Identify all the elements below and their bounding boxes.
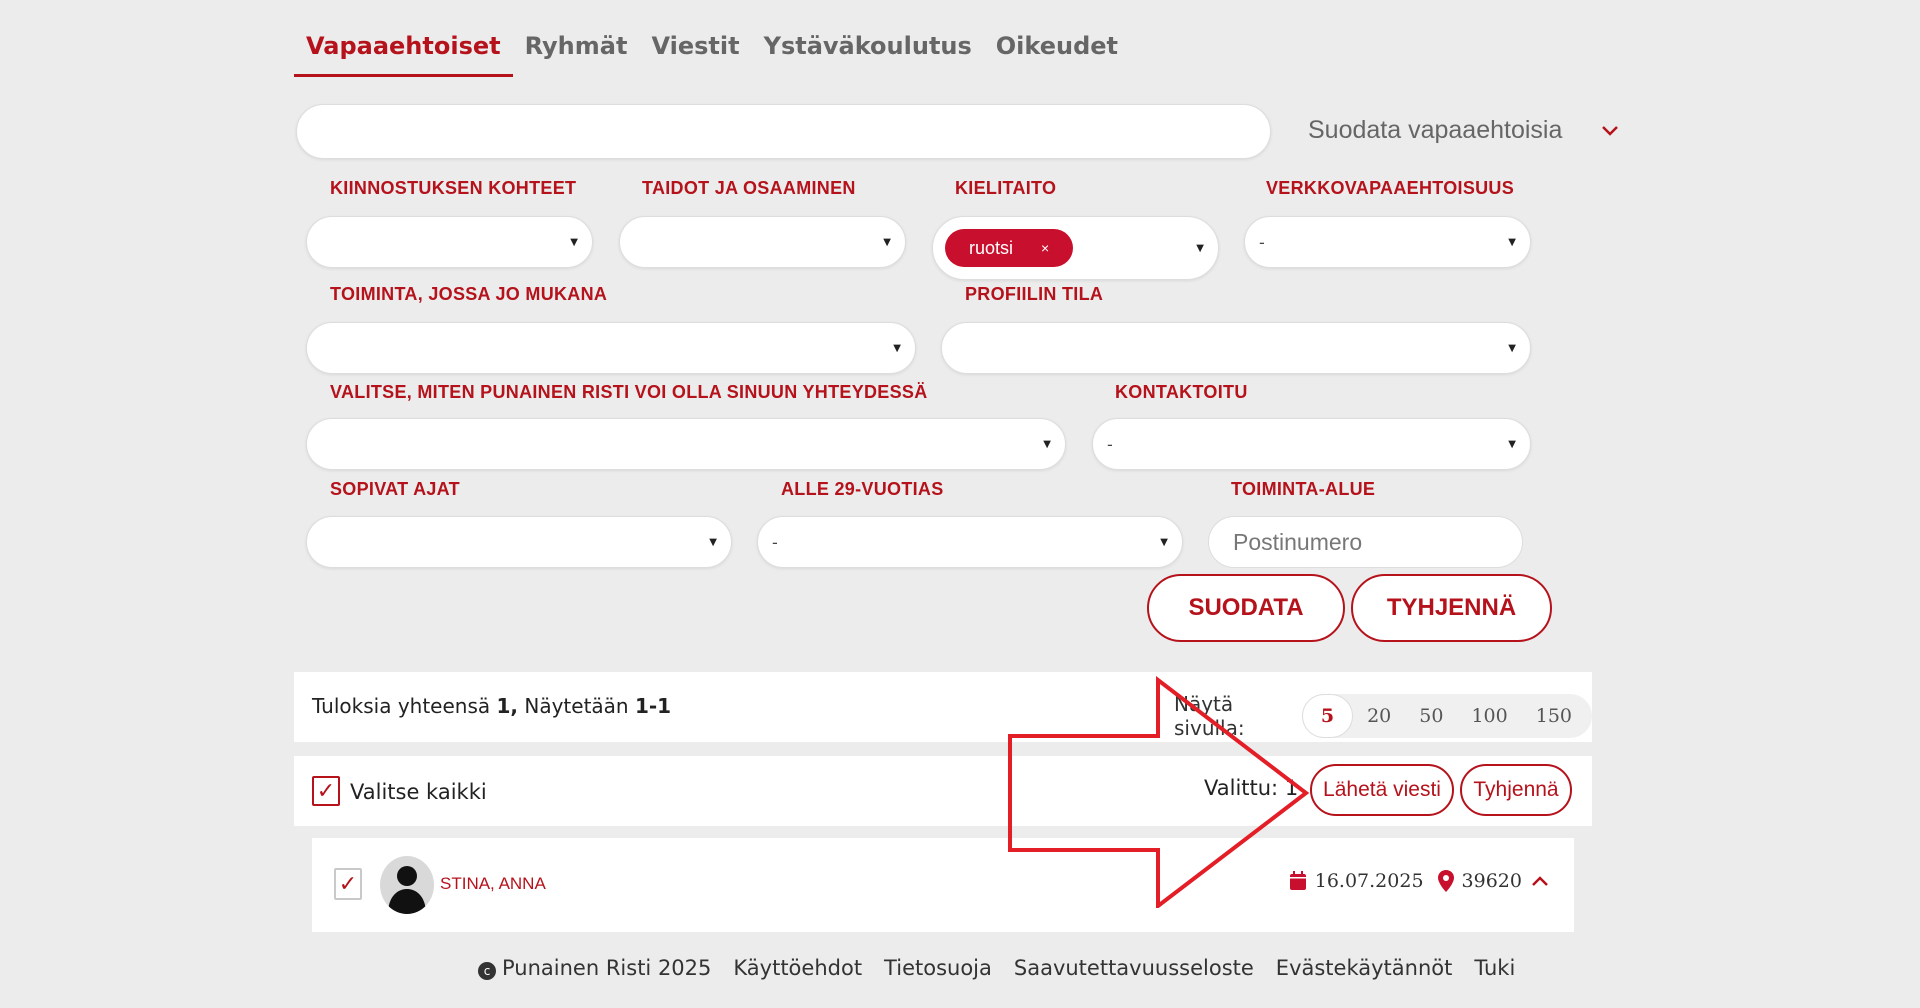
copyright-text: Punainen Risti 2025 [502, 956, 712, 980]
main-tabs: Vapaaehtoiset Ryhmät Viestit Ystäväkoulu… [294, 28, 1130, 77]
label-kiinnostus: KIINNOSTUKSEN KOHTEET [330, 178, 577, 198]
select-kontaktoitu[interactable]: - ▼ [1092, 418, 1531, 470]
select-verkko-value: - [1259, 232, 1265, 252]
caret-down-icon: ▼ [1508, 438, 1516, 450]
caret-down-icon: ▼ [1196, 242, 1204, 254]
select-profiili[interactable]: ▼ [941, 322, 1531, 374]
results-summary: Tuloksia yhteensä 1, Näytetään 1-1 [312, 694, 671, 718]
label-verkko: VERKKOVAPAAEHTOISUUS [1266, 178, 1515, 198]
caret-down-icon: ▼ [570, 236, 578, 248]
select-ajat[interactable]: ▼ [306, 516, 732, 568]
label-kielitaito: KIELITAITO [955, 178, 1057, 198]
volunteer-postal: 39620 [1461, 870, 1522, 892]
select-all-label: Valitse kaikki [350, 780, 487, 804]
selection-bar: ✓ Valitse kaikki Valittu: 1 Lähetä viest… [294, 756, 1592, 826]
filter-toggle-label: Suodata vapaaehtoisia [1308, 116, 1563, 144]
footer-link-kayttoehdot[interactable]: Käyttöehdot [733, 956, 862, 980]
caret-down-icon: ▼ [709, 536, 717, 548]
caret-down-icon: ▼ [1508, 236, 1516, 248]
results-shown-prefix: Näytetään [524, 694, 629, 718]
label-profiili: PROFIILIN TILA [965, 284, 1104, 304]
copyright: c Punainen Risti 2025 [478, 956, 711, 980]
clear-filters-button[interactable]: TYHJENNÄ [1351, 574, 1552, 642]
footer-link-tietosuoja[interactable]: Tietosuoja [884, 956, 992, 980]
chip-label: ruotsi [969, 237, 1014, 258]
avatar [380, 856, 434, 914]
tab-ystavakoulutus[interactable]: Ystäväkoulutus [752, 28, 984, 77]
per-page-option-150[interactable]: 150 [1522, 705, 1586, 727]
chevron-down-icon [1602, 125, 1619, 136]
label-alle29: ALLE 29-VUOTIAS [781, 479, 944, 499]
tab-vapaaehtoiset[interactable]: Vapaaehtoiset [294, 28, 513, 77]
label-alue: TOIMINTA-ALUE [1231, 479, 1376, 499]
clear-selection-button[interactable]: Tyhjennä [1460, 764, 1572, 816]
select-kielitaito[interactable]: ruotsi × ▼ [932, 216, 1219, 280]
select-yhteys[interactable]: ▼ [306, 418, 1066, 470]
filter-button[interactable]: SUODATA [1147, 574, 1345, 642]
select-all-checkbox[interactable]: ✓ [312, 776, 340, 806]
select-verkko[interactable]: - ▼ [1244, 216, 1531, 268]
footer: c Punainen Risti 2025 Käyttöehdot Tietosu… [478, 956, 1515, 980]
remove-chip-icon[interactable]: × [1041, 240, 1049, 256]
select-alle29-value: - [772, 532, 778, 552]
select-toiminta[interactable]: ▼ [306, 322, 916, 374]
footer-link-evasteet[interactable]: Evästekäytännöt [1276, 956, 1453, 980]
caret-down-icon: ▼ [893, 342, 901, 354]
label-kontaktoitu: KONTAKTOITU [1115, 382, 1248, 402]
table-row[interactable]: ✓ STINA, ANNA 16.07.2025 39620 [312, 838, 1574, 932]
checkmark-icon: ✓ [338, 871, 358, 897]
per-page-option-100[interactable]: 100 [1457, 705, 1521, 727]
label-ajat: SOPIVAT AJAT [330, 479, 460, 499]
results-prefix: Tuloksia yhteensä [312, 694, 491, 718]
location-pin-icon [1437, 870, 1454, 892]
caret-down-icon: ▼ [1508, 342, 1516, 354]
chevron-up-icon[interactable] [1530, 874, 1550, 888]
select-taidot[interactable]: ▼ [619, 216, 906, 268]
per-page-option-50[interactable]: 50 [1405, 705, 1457, 727]
tab-oikeudet[interactable]: Oikeudet [984, 28, 1130, 77]
label-yhteys: VALITSE, MITEN PUNAINEN RISTI VOI OLLA S… [330, 382, 928, 402]
select-kiinnostus[interactable]: ▼ [306, 216, 593, 268]
tab-viestit[interactable]: Viestit [639, 28, 751, 77]
chip-ruotsi: ruotsi × [945, 229, 1074, 267]
results-bar: Tuloksia yhteensä 1, Näytetään 1-1 Näytä… [294, 672, 1592, 742]
checkmark-icon: ✓ [316, 778, 336, 804]
footer-link-saavutettavuus[interactable]: Saavutettavuusseloste [1014, 956, 1254, 980]
row-checkbox[interactable]: ✓ [334, 868, 362, 900]
label-toiminta: TOIMINTA, JOSSA JO MUKANA [330, 284, 608, 304]
caret-down-icon: ▼ [883, 236, 891, 248]
postal-code-input[interactable] [1208, 516, 1523, 568]
person-icon [388, 866, 426, 914]
caret-down-icon: ▼ [1043, 438, 1051, 450]
label-taidot: TAIDOT JA OSAAMINEN [642, 178, 856, 198]
results-total: 1, [496, 694, 519, 718]
results-shown-range: 1-1 [634, 694, 672, 718]
copyright-icon: c [478, 962, 496, 980]
filter-toggle[interactable]: Suodata vapaaehtoisia [1308, 116, 1620, 145]
volunteer-name[interactable]: STINA, ANNA [440, 874, 546, 894]
tab-ryhmat[interactable]: Ryhmät [513, 28, 640, 77]
search-input[interactable] [296, 104, 1271, 159]
caret-down-icon: ▼ [1160, 536, 1168, 548]
footer-link-tuki[interactable]: Tuki [1474, 956, 1515, 980]
select-kontaktoitu-value: - [1107, 434, 1113, 454]
select-alle29[interactable]: - ▼ [757, 516, 1183, 568]
per-page-options: 5 20 50 100 150 [1301, 694, 1592, 738]
annotation-arrow-icon [1008, 676, 1310, 908]
per-page-option-20[interactable]: 20 [1353, 705, 1405, 727]
